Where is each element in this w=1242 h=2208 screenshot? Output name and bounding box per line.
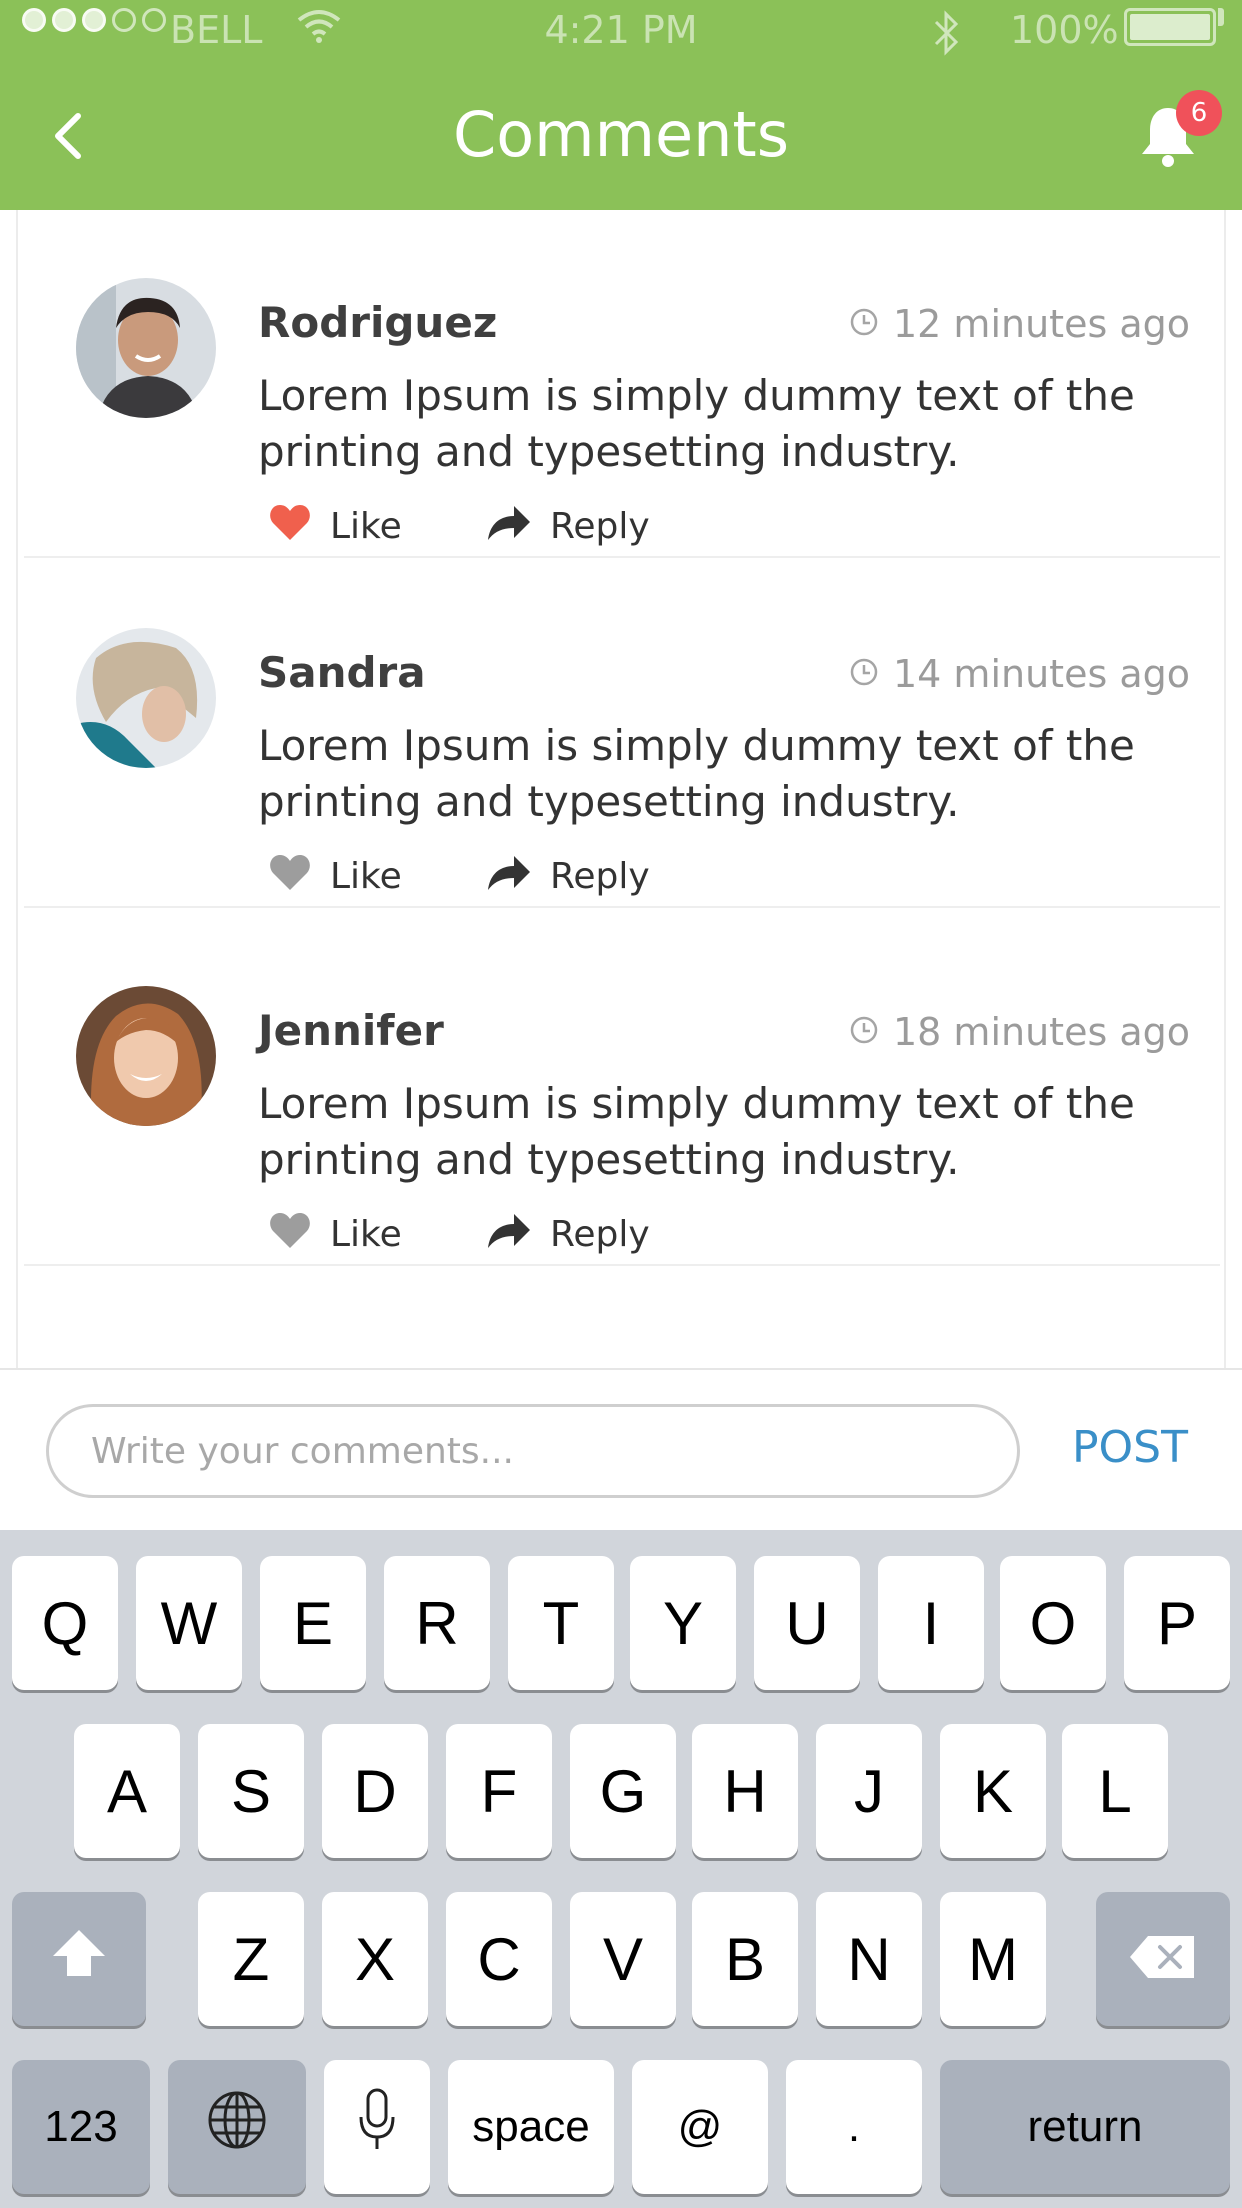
key-s[interactable]: S — [198, 1724, 304, 1858]
shift-key[interactable] — [12, 1892, 146, 2026]
status-bar: BELL 4:21 PM 100% — [0, 0, 1242, 64]
key-l[interactable]: L — [1062, 1724, 1168, 1858]
key-z[interactable]: Z — [198, 1892, 304, 2026]
comment-text: Lorem Ipsum is simply dummy text of the … — [258, 371, 1135, 476]
reply-arrow-icon — [486, 502, 532, 551]
key-p[interactable]: P — [1124, 1556, 1230, 1690]
microphone-icon — [357, 2087, 397, 2167]
battery-percentage: 100% — [1010, 8, 1119, 52]
key-t[interactable]: T — [508, 1556, 614, 1690]
delete-key[interactable] — [1096, 1892, 1230, 2026]
key-i[interactable]: I — [878, 1556, 984, 1690]
app-header: BELL 4:21 PM 100% Comments 6 — [0, 0, 1242, 210]
comment-item: Sandra 14 minutes ago Lorem Ipsum is sim… — [24, 560, 1220, 908]
key-n[interactable]: N — [816, 1892, 922, 2026]
bluetooth-icon — [932, 8, 962, 58]
reply-button[interactable]: Reply — [486, 1210, 650, 1259]
battery-icon — [1124, 8, 1216, 46]
key-q[interactable]: Q — [12, 1556, 118, 1690]
key-x[interactable]: X — [322, 1892, 428, 2026]
microphone-key[interactable] — [324, 2060, 430, 2194]
numbers-key[interactable]: 123 — [12, 2060, 150, 2194]
key-h[interactable]: H — [692, 1724, 798, 1858]
reply-label: Reply — [550, 506, 650, 547]
key-k[interactable]: K — [940, 1724, 1046, 1858]
key-m[interactable]: M — [940, 1892, 1046, 2026]
key-e[interactable]: E — [260, 1556, 366, 1690]
like-label: Like — [330, 856, 402, 897]
keyboard: Q W E R T Y U I O P A S D F G H J K L Z … — [0, 1530, 1242, 2208]
reply-button[interactable]: Reply — [486, 852, 650, 901]
comment-input-bar: POST — [0, 1368, 1242, 1530]
comment-actions: Like Reply — [268, 852, 650, 901]
comment-input[interactable] — [46, 1404, 1020, 1498]
page-title: Comments — [452, 98, 790, 171]
comment-author[interactable]: Jennifer — [258, 1006, 444, 1055]
comment-text: Lorem Ipsum is simply dummy text of the … — [258, 1079, 1135, 1184]
like-button[interactable]: Like — [268, 502, 486, 551]
globe-key[interactable] — [168, 2060, 306, 2194]
reply-button[interactable]: Reply — [486, 502, 650, 551]
key-b[interactable]: B — [692, 1892, 798, 2026]
comment-time-label: 12 minutes ago — [893, 302, 1190, 346]
key-r[interactable]: R — [384, 1556, 490, 1690]
comment-author[interactable]: Rodriguez — [258, 298, 497, 347]
comment-author[interactable]: Sandra — [258, 648, 426, 697]
return-key[interactable]: return — [940, 2060, 1230, 2194]
clock-icon — [849, 1010, 879, 1054]
globe-icon — [206, 2089, 268, 2165]
comment-time-label: 18 minutes ago — [893, 1010, 1190, 1054]
avatar[interactable] — [76, 628, 216, 768]
key-g[interactable]: G — [570, 1724, 676, 1858]
key-v[interactable]: V — [570, 1892, 676, 2026]
key-a[interactable]: A — [74, 1724, 180, 1858]
avatar[interactable] — [76, 986, 216, 1126]
key-c[interactable]: C — [446, 1892, 552, 2026]
comment-time-label: 14 minutes ago — [893, 652, 1190, 696]
clock-icon — [849, 652, 879, 696]
key-f[interactable]: F — [446, 1724, 552, 1858]
comment-timestamp: 14 minutes ago — [849, 652, 1190, 696]
reply-label: Reply — [550, 1214, 650, 1255]
post-button[interactable]: POST — [1072, 1422, 1188, 1473]
heart-icon — [268, 852, 312, 901]
reply-label: Reply — [550, 856, 650, 897]
comment-timestamp: 18 minutes ago — [849, 1010, 1190, 1054]
period-key[interactable]: . — [786, 2060, 922, 2194]
heart-icon — [268, 1210, 312, 1259]
backspace-icon — [1128, 1925, 1198, 1994]
notification-badge: 6 — [1176, 90, 1222, 136]
key-u[interactable]: U — [754, 1556, 860, 1690]
clock-icon — [849, 302, 879, 346]
at-key[interactable]: @ — [632, 2060, 768, 2194]
like-label: Like — [330, 1214, 402, 1255]
comment-item: Rodriguez 12 minutes ago Lorem Ipsum is … — [24, 210, 1220, 558]
key-y[interactable]: Y — [630, 1556, 736, 1690]
key-o[interactable]: O — [1000, 1556, 1106, 1690]
comment-item: Jennifer 18 minutes ago Lorem Ipsum is s… — [24, 910, 1220, 1266]
reply-arrow-icon — [486, 852, 532, 901]
heart-icon — [268, 502, 312, 551]
comment-actions: Like Reply — [268, 1210, 650, 1259]
key-w[interactable]: W — [136, 1556, 242, 1690]
comment-text: Lorem Ipsum is simply dummy text of the … — [258, 721, 1135, 826]
comment-actions: Like Reply — [268, 502, 650, 551]
shift-icon — [49, 1925, 109, 1994]
like-button[interactable]: Like — [268, 1210, 486, 1259]
reply-arrow-icon — [486, 1210, 532, 1259]
space-key[interactable]: space — [448, 2060, 614, 2194]
comment-list[interactable]: Rodriguez 12 minutes ago Lorem Ipsum is … — [16, 210, 1226, 1368]
like-button[interactable]: Like — [268, 852, 486, 901]
comment-timestamp: 12 minutes ago — [849, 302, 1190, 346]
key-d[interactable]: D — [322, 1724, 428, 1858]
like-label: Like — [330, 506, 402, 547]
key-j[interactable]: J — [816, 1724, 922, 1858]
avatar[interactable] — [76, 278, 216, 418]
